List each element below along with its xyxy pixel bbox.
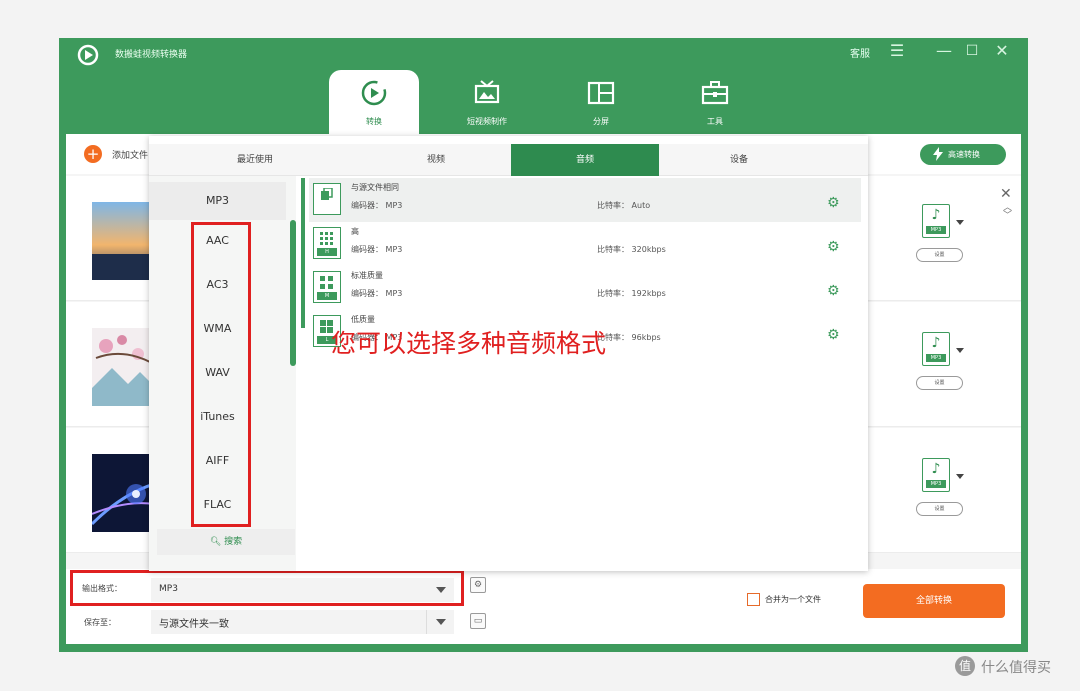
preset-name: 与源文件相同	[351, 183, 399, 192]
remove-file-icon[interactable]: ✕	[1000, 186, 1012, 202]
gear-icon[interactable]: ⚙	[827, 328, 840, 342]
save-to-value: 与源文件夹一致	[159, 619, 229, 630]
preset-bitrate: 比特率： 96kbps	[597, 333, 661, 342]
folder-icon[interactable]: ▭	[470, 613, 486, 629]
lightning-icon	[933, 147, 943, 161]
preset-bitrate: 比特率： 320kbps	[597, 245, 666, 254]
output-format-icon[interactable]: ♪ MP3	[922, 332, 950, 366]
highlight-box	[191, 222, 251, 527]
tab-tools-label: 工具	[707, 117, 723, 126]
format-list-scrollbar[interactable]	[290, 220, 296, 366]
preset-encoder: 编码器： MP3	[351, 201, 403, 210]
convert-icon	[361, 80, 387, 106]
toolbox-icon	[701, 81, 729, 105]
settings-button[interactable]: 设置	[916, 376, 963, 390]
format-tag: MP3	[926, 226, 946, 234]
title-bar: 数搬蛙视频转换器 客服 ☰ — ☐ ✕	[59, 38, 1028, 70]
tab-split-screen[interactable]: 分屏	[556, 70, 646, 134]
music-note-icon: ♪	[931, 207, 941, 223]
standard-quality-icon: M	[313, 271, 341, 303]
preset-encoder: 编码器： MP3	[351, 289, 403, 298]
gear-icon[interactable]: ⚙	[827, 196, 840, 210]
preset-bitrate: 比特率： 192kbps	[597, 289, 666, 298]
tab-split-screen-label: 分屏	[593, 117, 609, 126]
annotation-text: 您可以选择多种音频格式	[331, 329, 607, 358]
add-file-icon[interactable]: +	[84, 145, 102, 163]
video-thumbnail	[92, 454, 154, 532]
settings-button[interactable]: 设置	[916, 502, 963, 516]
tab-short-video[interactable]: 短视频制作	[442, 70, 532, 134]
save-to-select[interactable]: 与源文件夹一致	[151, 610, 454, 634]
save-to-label: 保存至：	[84, 618, 116, 627]
customer-service-link[interactable]: 客服	[850, 45, 870, 60]
page: 数搬蛙视频转换器 客服 ☰ — ☐ ✕ 转换 短视频制作 分屏 工具 + 添加文…	[0, 0, 1080, 691]
bottom-bar: 输出格式： MP3 ⚙ 保存至： 与源文件夹一致 ▭ 合并为一个文件 全部转换	[66, 569, 1021, 644]
settings-button[interactable]: 设置	[916, 248, 963, 262]
short-video-icon	[474, 80, 500, 104]
app-title: 数搬蛙视频转换器	[115, 50, 188, 60]
maximize-icon[interactable]: ☐	[963, 42, 981, 60]
merge-label: 合并为一个文件	[765, 595, 821, 604]
tab-convert[interactable]: 转换	[329, 70, 419, 134]
preset-item[interactable]: 与源文件相同 编码器： MP3 比特率： Auto ⚙	[309, 178, 861, 222]
menu-icon[interactable]: ☰	[888, 42, 906, 60]
preset-bitrate: 比特率： Auto	[597, 201, 651, 210]
output-format-icon[interactable]: ♪ MP3	[922, 204, 950, 238]
gear-icon[interactable]: ⚙	[827, 240, 840, 254]
preset-item[interactable]: M 标准质量 编码器： MP3 比特率： 192kbps ⚙	[309, 266, 861, 310]
chevron-down-icon[interactable]	[956, 474, 964, 479]
tab-convert-label: 转换	[366, 117, 382, 126]
format-popup: 最近使用 视频 音频 设备 MP3 AAC AC3 WMA WAV iTunes…	[149, 136, 868, 571]
merge-checkbox[interactable]	[747, 593, 760, 606]
tab-video[interactable]: 视频	[361, 144, 511, 176]
quality-tag: M	[317, 292, 337, 300]
video-thumbnail	[92, 328, 154, 406]
search-icon: 🔍︎	[209, 537, 222, 547]
same-as-source-icon	[313, 183, 341, 215]
app-logo-icon	[77, 44, 99, 66]
format-tag: MP3	[926, 480, 946, 488]
chevron-down-icon[interactable]	[956, 348, 964, 353]
chevron-down-icon[interactable]	[956, 220, 964, 225]
format-settings-icon[interactable]: ⚙	[470, 577, 486, 593]
convert-all-button[interactable]: 全部转换	[863, 584, 1005, 618]
preset-item[interactable]: H 高 编码器： MP3 比特率： 320kbps ⚙	[309, 222, 861, 266]
watermark-text: 什么值得买	[981, 660, 1051, 676]
split-screen-icon	[587, 81, 615, 105]
format-item-mp3[interactable]: MP3	[149, 182, 286, 220]
add-file-button[interactable]: 添加文件	[112, 148, 148, 161]
tab-tools[interactable]: 工具	[670, 70, 760, 134]
music-note-icon: ♪	[931, 335, 941, 351]
gear-icon[interactable]: ⚙	[827, 284, 840, 298]
tab-short-video-label: 短视频制作	[467, 117, 507, 126]
preset-name: 高	[351, 227, 359, 236]
search-label: 搜索	[224, 537, 243, 547]
close-icon[interactable]: ✕	[993, 42, 1011, 60]
preset-scrollbar[interactable]	[301, 178, 305, 328]
fast-convert-button[interactable]: 高速转换	[920, 144, 1006, 165]
highlight-box	[70, 570, 464, 606]
format-search-button[interactable]: 🔍︎ 搜索	[157, 529, 295, 555]
tab-device[interactable]: 设备	[659, 144, 819, 176]
divider	[426, 610, 427, 634]
quality-tag: H	[317, 248, 337, 256]
video-thumbnail	[92, 202, 154, 280]
chevron-down-icon[interactable]	[436, 619, 446, 625]
watermark-badge: 值	[955, 656, 975, 676]
music-note-icon: ♪	[931, 461, 941, 477]
high-quality-icon: H	[313, 227, 341, 259]
tab-recent[interactable]: 最近使用	[149, 144, 361, 176]
tab-audio[interactable]: 音频	[511, 144, 659, 176]
preset-list: 与源文件相同 编码器： MP3 比特率： Auto ⚙ H 高 编码器： MP3…	[301, 176, 868, 571]
popup-tabs: 最近使用 视频 音频 设备	[149, 144, 868, 176]
audio-format-list: MP3 AAC AC3 WMA WAV iTunes AIFF FLAC 🔍︎ …	[149, 176, 296, 571]
format-tag: MP3	[926, 354, 946, 362]
preset-encoder: 编码器： MP3	[351, 245, 403, 254]
fast-convert-label: 高速转换	[948, 150, 980, 159]
reorder-icon[interactable]: ︿ ﹀	[1003, 204, 1012, 221]
output-format-icon[interactable]: ♪ MP3	[922, 458, 950, 492]
preset-name: 标准质量	[351, 271, 383, 280]
minimize-icon[interactable]: —	[935, 42, 953, 60]
